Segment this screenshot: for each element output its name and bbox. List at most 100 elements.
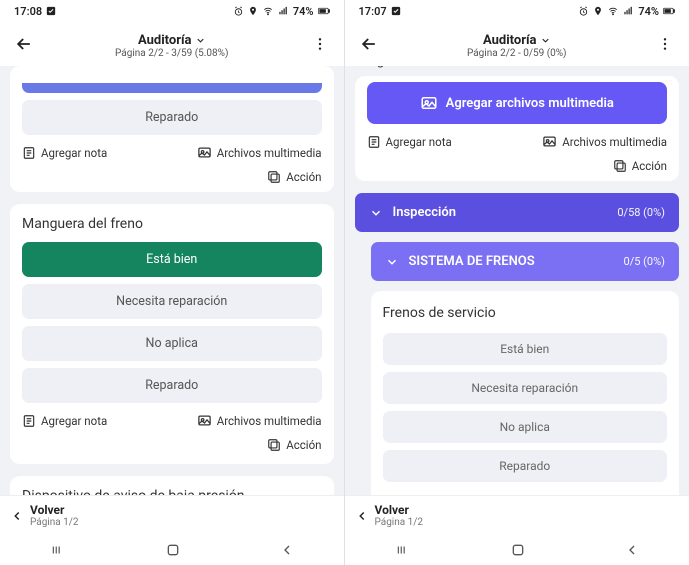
question-card-manguera: Manguera del freno Está bien Necesita re… [10, 204, 334, 464]
arrow-left-icon [14, 34, 34, 54]
add-note-button[interactable]: Agregar nota [22, 414, 107, 428]
chevron-left-icon [10, 509, 24, 523]
option-reparado[interactable]: Reparado [22, 100, 322, 135]
note-icon [22, 414, 36, 428]
add-note-button[interactable]: Agregar nota [22, 146, 107, 160]
back-button[interactable] [279, 542, 295, 558]
media-card: Agregar archivos multimedia Agregar nota… [355, 76, 680, 181]
header-center[interactable]: Auditoría Página 2/2 - 0/59 (0%) [467, 29, 567, 59]
option-hidden-top[interactable] [22, 83, 322, 93]
back-button[interactable] [357, 32, 381, 56]
image-plus-icon [420, 94, 438, 112]
content-scroll[interactable]: Haga una foto del vehículo Agregar archi… [345, 66, 689, 565]
android-nav-bar [0, 535, 344, 565]
battery-icon [318, 6, 330, 16]
add-multimedia-button[interactable]: Agregar archivos multimedia [367, 82, 668, 124]
accordion-label: SISTEMA DE FRENOS [409, 254, 535, 269]
phone-screen-right: 17:07 74% Auditoría Página 2/2 - 0/59 (0… [345, 0, 689, 565]
question-title: Frenos de servicio [383, 305, 668, 321]
option-no-aplica[interactable]: No aplica [22, 326, 322, 361]
option-esta-bien[interactable]: Está bien [383, 333, 668, 365]
chevron-down-icon [195, 35, 206, 46]
chevron-down-icon [369, 206, 383, 220]
action-button[interactable]: Acción [267, 170, 321, 184]
add-note-button[interactable]: Agregar nota [367, 135, 452, 149]
alarm-icon [578, 6, 589, 17]
status-battery: 74% [638, 5, 659, 18]
multimedia-button[interactable]: Archivos multimedia [197, 145, 322, 160]
app-header: Auditoría Página 2/2 - 3/59 (5.08%) [0, 22, 344, 66]
header-title: Auditoría [483, 33, 537, 48]
action-icon [267, 170, 281, 184]
option-reparado[interactable]: Reparado [22, 368, 322, 403]
back-button[interactable] [12, 32, 36, 56]
option-reparado[interactable]: Reparado [383, 450, 668, 482]
signal-icon [278, 6, 289, 16]
accordion-inspeccion[interactable]: Inspección 0/58 (0%) [355, 193, 680, 232]
bottom-sub: Página 1/2 [30, 517, 79, 528]
wifi-icon [607, 6, 619, 16]
option-necesita-reparacion[interactable]: Necesita reparación [22, 284, 322, 319]
bottom-bar: Volver Página 1/2 [345, 495, 689, 535]
header-subtitle: Página 2/2 - 0/59 (0%) [467, 48, 567, 59]
media-icon [542, 134, 557, 149]
question-title: Manguera del freno [22, 216, 322, 232]
note-icon [22, 146, 36, 160]
home-button[interactable] [510, 542, 526, 558]
app-header: Auditoría Página 2/2 - 0/59 (0%) [345, 22, 689, 66]
location-icon [593, 6, 603, 16]
wifi-icon [262, 6, 274, 16]
multimedia-button[interactable]: Archivos multimedia [197, 413, 322, 428]
android-nav-bar [345, 535, 689, 565]
multimedia-button[interactable]: Archivos multimedia [542, 134, 667, 149]
recents-button[interactable] [394, 543, 412, 557]
back-button[interactable] [624, 542, 640, 558]
option-esta-bien[interactable]: Está bien [22, 242, 322, 277]
bottom-title: Volver [30, 503, 79, 517]
chevron-down-icon [540, 35, 551, 46]
status-time: 17:07 [359, 5, 387, 18]
signal-icon [623, 6, 634, 16]
accordion-label: Inspección [393, 205, 457, 220]
media-icon [197, 145, 212, 160]
media-icon [197, 413, 212, 428]
overflow-menu-button[interactable] [308, 32, 332, 56]
chevron-down-icon [385, 255, 399, 269]
header-center[interactable]: Auditoría Página 2/2 - 3/59 (5.08%) [115, 29, 228, 59]
accordion-count: 0/5 (0%) [624, 255, 665, 268]
action-button[interactable]: Acción [613, 159, 667, 173]
bottom-back-button[interactable]: Volver Página 1/2 [10, 503, 79, 528]
dots-vertical-icon [657, 36, 673, 52]
overflow-menu-button[interactable] [653, 32, 677, 56]
content-scroll[interactable]: Reparado Agregar nota Archivos multimedi… [0, 66, 344, 565]
recents-button[interactable] [49, 543, 67, 557]
chevron-left-icon [355, 509, 369, 523]
bottom-title: Volver [375, 503, 424, 517]
battery-icon [663, 6, 675, 16]
option-necesita-reparacion[interactable]: Necesita reparación [383, 372, 668, 404]
header-title: Auditoría [138, 33, 192, 48]
note-icon [367, 135, 381, 149]
status-battery: 74% [293, 5, 314, 18]
home-button[interactable] [165, 542, 181, 558]
bottom-bar: Volver Página 1/2 [0, 495, 344, 535]
cut-off-title: Haga una foto del vehículo [355, 66, 680, 72]
dots-vertical-icon [312, 36, 328, 52]
status-bar: 17:08 74% [0, 0, 344, 22]
accordion-sistema-frenos[interactable]: SISTEMA DE FRENOS 0/5 (0%) [371, 242, 680, 281]
question-card-frenos-servicio: Frenos de servicio Está bien Necesita re… [371, 291, 680, 510]
accordion-count: 0/58 (0%) [617, 206, 665, 219]
check-icon [46, 6, 56, 16]
header-subtitle: Página 2/2 - 3/59 (5.08%) [115, 48, 228, 59]
option-no-aplica[interactable]: No aplica [383, 411, 668, 443]
status-time: 17:08 [14, 5, 42, 18]
question-card-partial-top: Reparado Agregar nota Archivos multimedi… [10, 66, 334, 192]
check-icon [391, 6, 401, 16]
bottom-back-button[interactable]: Volver Página 1/2 [355, 503, 424, 528]
action-icon [267, 438, 281, 452]
action-icon [613, 159, 627, 173]
location-icon [248, 6, 258, 16]
action-button[interactable]: Acción [267, 438, 321, 452]
bottom-sub: Página 1/2 [375, 517, 424, 528]
phone-screen-left: 17:08 74% Auditoría Página 2/2 - 3/59 (5… [0, 0, 345, 565]
